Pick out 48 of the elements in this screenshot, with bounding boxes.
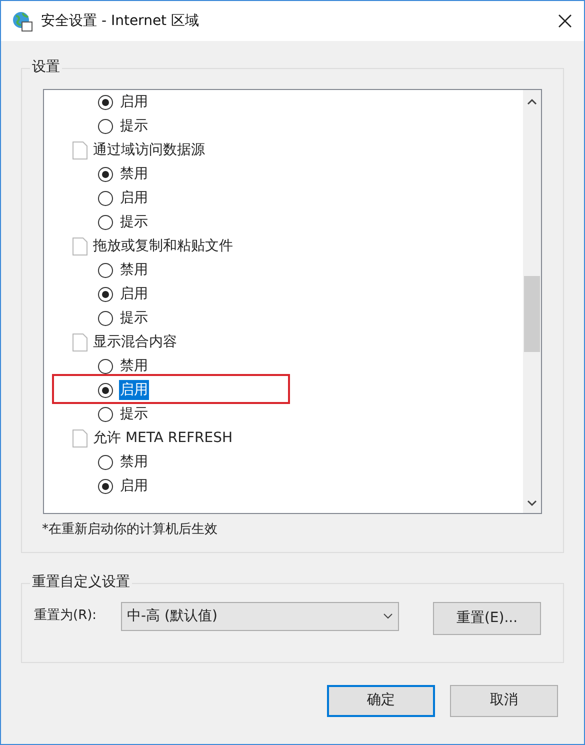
reset-label: 重置为(R):	[34, 606, 98, 624]
scrollbar[interactable]	[523, 90, 541, 513]
category-label: 通过域访问数据源	[93, 140, 205, 160]
option-label[interactable]: 禁用	[119, 356, 149, 376]
scroll-thumb[interactable]	[524, 276, 540, 352]
chevron-down-icon	[383, 613, 393, 619]
category-label: 允许 META REFRESH	[93, 428, 232, 448]
window-title: 安全设置 - Internet 区域	[41, 12, 199, 30]
radio-button[interactable]	[98, 406, 113, 422]
document-icon	[72, 236, 88, 256]
dialog-button[interactable]: 确定	[327, 684, 435, 716]
document-icon	[72, 140, 88, 160]
option-label[interactable]: 提示	[119, 116, 149, 136]
radio-button[interactable]	[98, 382, 113, 398]
radio-button[interactable]	[98, 286, 113, 302]
close-icon[interactable]	[558, 14, 572, 28]
document-icon	[72, 332, 88, 352]
radio-button[interactable]	[98, 118, 113, 134]
option-label[interactable]: 提示	[119, 212, 149, 232]
reset-level-dropdown[interactable]: 中-高 (默认值)	[121, 602, 399, 630]
option-label[interactable]: 启用	[119, 188, 149, 208]
option-label[interactable]: 启用	[119, 284, 149, 304]
radio-button[interactable]	[98, 262, 113, 278]
option-label[interactable]: 提示	[119, 308, 149, 328]
category-label: 显示混合内容	[93, 332, 177, 352]
restart-note: *在重新启动你的计算机后生效	[42, 521, 218, 539]
option-label[interactable]: 禁用	[119, 164, 149, 184]
globe-icon	[11, 10, 33, 32]
reset-button[interactable]: 重置(E)...	[433, 602, 541, 634]
radio-button[interactable]	[98, 166, 113, 182]
radio-button[interactable]	[98, 214, 113, 230]
option-label[interactable]: 禁用	[119, 260, 149, 280]
radio-button[interactable]	[98, 358, 113, 374]
radio-button[interactable]	[98, 310, 113, 326]
radio-button[interactable]	[98, 454, 113, 470]
option-label[interactable]: 禁用	[119, 452, 149, 472]
scroll-down-icon[interactable]	[527, 499, 537, 507]
option-label[interactable]: 启用	[119, 380, 149, 400]
radio-button[interactable]	[98, 478, 113, 494]
scroll-up-icon[interactable]	[527, 98, 537, 106]
radio-button[interactable]	[98, 94, 113, 110]
document-icon	[72, 428, 88, 448]
dialog-button[interactable]: 取消	[450, 684, 558, 716]
radio-button[interactable]	[98, 190, 113, 206]
category-label: 拖放或复制和粘贴文件	[93, 236, 233, 256]
option-label[interactable]: 提示	[119, 404, 149, 424]
option-label[interactable]: 启用	[119, 92, 149, 112]
option-label[interactable]: 启用	[119, 476, 149, 496]
